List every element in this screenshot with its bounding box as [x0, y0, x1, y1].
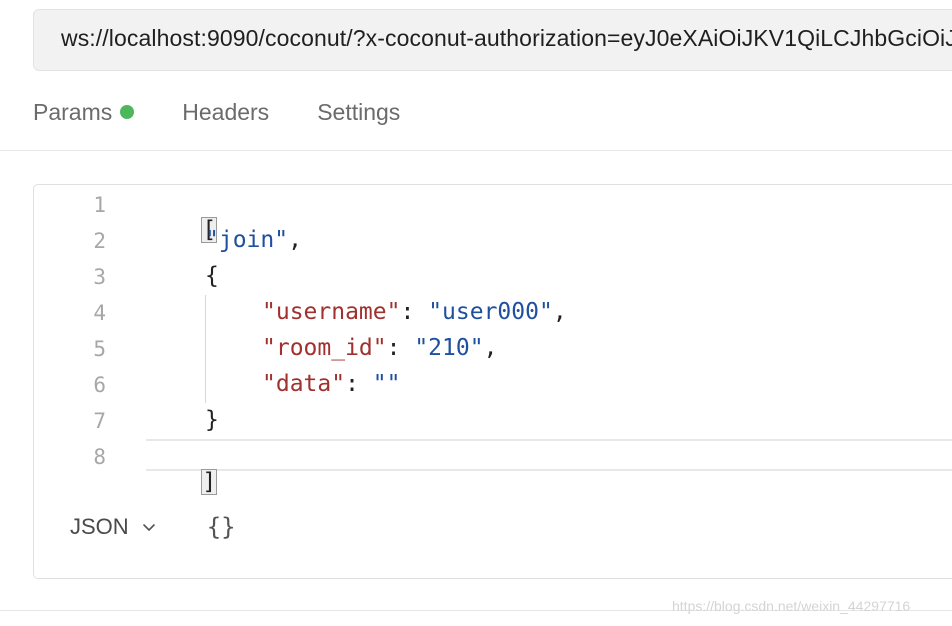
line-number: 8	[93, 445, 106, 469]
punctuation: :	[345, 371, 373, 397]
editor-footer: JSON {}	[70, 513, 236, 541]
tab-params-label: Params	[33, 98, 113, 125]
line-number: 7	[93, 409, 106, 433]
tab-headers[interactable]: Headers	[182, 99, 269, 126]
line-number: 5	[93, 337, 106, 361]
matched-bracket-close: ]	[201, 469, 218, 495]
punctuation: :	[400, 299, 429, 325]
punctuation: ,	[483, 335, 498, 361]
watermark: https://blog.csdn.net/weixin_44297716	[672, 598, 911, 614]
punctuation: ,	[552, 299, 567, 325]
line-number: 3	[93, 265, 106, 289]
code-line-4[interactable]: "username": "user000",	[262, 299, 567, 325]
url-input[interactable]: ws://localhost:9090/coconut/?x-coconut-a…	[33, 9, 952, 71]
tabs-divider	[0, 150, 952, 151]
active-line-highlight	[146, 439, 952, 471]
json-key-room-id: "room_id"	[262, 335, 387, 361]
beautify-button[interactable]: {}	[207, 513, 236, 541]
json-value-room-id: "210"	[414, 335, 484, 361]
url-text: ws://localhost:9090/coconut/?x-coconut-a…	[61, 25, 952, 51]
tab-settings-label: Settings	[317, 98, 401, 125]
indent-guide	[205, 295, 206, 403]
line-number: 6	[93, 373, 106, 397]
line-number: 1	[93, 193, 106, 217]
json-key-username: "username"	[262, 299, 401, 325]
json-key-data: "data"	[262, 371, 346, 397]
line-number: 4	[93, 301, 106, 325]
punctuation: :	[386, 335, 415, 361]
object-open-brace: {	[205, 263, 219, 289]
tab-settings[interactable]: Settings	[317, 99, 400, 126]
json-value-data: ""	[372, 371, 401, 397]
code-line-8[interactable]: ]	[147, 443, 218, 521]
line-number: 2	[93, 229, 106, 253]
message-format-dropdown[interactable]: JSON	[70, 514, 157, 540]
params-active-dot-icon	[120, 105, 135, 119]
code-line-7[interactable]: }	[205, 407, 219, 433]
message-editor[interactable]: 1 2 3 4 5 6 7 8 [ "join", { "username": …	[33, 184, 952, 579]
tab-params[interactable]: Params	[33, 98, 135, 126]
tab-headers-label: Headers	[182, 98, 270, 125]
code-line-6[interactable]: "data": ""	[262, 371, 401, 397]
event-name-string: "join"	[205, 227, 289, 253]
code-line-2[interactable]: "join",	[205, 227, 302, 253]
punctuation: ,	[288, 227, 302, 253]
chevron-down-icon	[142, 524, 155, 531]
code-line-5[interactable]: "room_id": "210",	[262, 335, 497, 361]
format-label: JSON	[70, 514, 129, 539]
json-value-username: "user000"	[428, 299, 553, 325]
code-line-3[interactable]: {	[205, 263, 219, 289]
object-close-brace: }	[205, 407, 219, 433]
request-tabs: Params Headers Settings	[33, 96, 448, 128]
